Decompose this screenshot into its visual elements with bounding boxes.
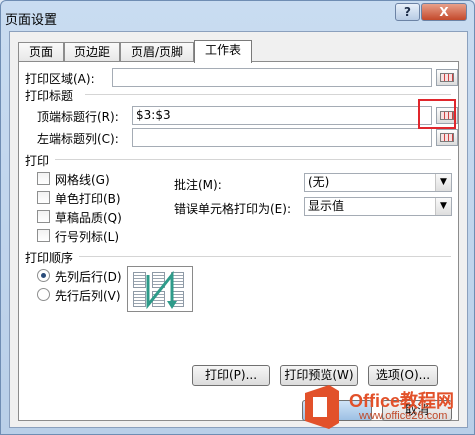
- cols-to-repeat-input[interactable]: [132, 128, 432, 147]
- range-select-icon: [440, 73, 454, 82]
- rows-to-repeat-input[interactable]: $3:$3: [132, 106, 432, 125]
- down-then-over-radio[interactable]: [37, 269, 50, 282]
- order-arrow-icon: [146, 270, 177, 310]
- print-area-label: 打印区域(A):: [25, 72, 95, 86]
- comments-value: (无): [308, 175, 330, 189]
- range-select-icon: [440, 133, 454, 142]
- print-area-input[interactable]: [112, 68, 432, 87]
- comments-select[interactable]: (无) ▼: [304, 173, 452, 192]
- office-logo-icon: [305, 385, 339, 429]
- tab-sheet[interactable]: 工作表: [194, 40, 252, 63]
- chevron-down-icon: ▼: [435, 198, 451, 215]
- cell-errors-label: 错误单元格打印为(E):: [174, 202, 291, 216]
- page-order-preview: [127, 266, 193, 312]
- print-area-collapse-button[interactable]: [436, 69, 458, 86]
- page-order-heading: 打印顺序: [25, 251, 74, 265]
- annotation-highlight-box: [418, 99, 456, 129]
- dialog-body: 页面 页边距 页眉/页脚 工作表 打印区域(A): 打印标题 顶端标题行(R):…: [9, 31, 468, 428]
- print-titles-heading: 打印标题: [25, 89, 74, 103]
- watermark: Office教程网 www.office26.com: [299, 383, 474, 433]
- divider: [85, 94, 451, 95]
- tab-margins[interactable]: 页边距: [64, 42, 120, 62]
- black-white-checkbox[interactable]: [37, 191, 50, 204]
- cell-errors-select[interactable]: 显示值 ▼: [304, 197, 452, 216]
- down-then-over-label: 先列后行(D): [55, 270, 122, 284]
- print-heading: 打印: [25, 154, 50, 168]
- draft-quality-checkbox[interactable]: [37, 210, 50, 223]
- cols-to-repeat-label: 左端标题列(C):: [37, 132, 119, 146]
- over-then-down-label: 先行后列(V): [55, 289, 121, 303]
- comments-label: 批注(M):: [174, 178, 222, 192]
- tab-page[interactable]: 页面: [18, 42, 64, 62]
- row-col-headings-label: 行号列标(L): [55, 230, 120, 244]
- gridlines-label: 网格线(G): [55, 173, 110, 187]
- divider: [79, 256, 451, 257]
- page-setup-dialog: 页面设置 ? X 页面 页边距 页眉/页脚 工作表 打印区域(A): 打印标题 …: [0, 0, 475, 435]
- gridlines-checkbox[interactable]: [37, 172, 50, 185]
- dialog-title: 页面设置: [5, 13, 58, 28]
- tab-header-footer[interactable]: 页眉/页脚: [120, 42, 194, 62]
- divider: [55, 159, 451, 160]
- help-button[interactable]: ?: [395, 3, 420, 21]
- draft-quality-label: 草稿品质(Q): [55, 211, 122, 225]
- title-bar[interactable]: 页面设置 ? X: [1, 1, 474, 31]
- over-then-down-radio[interactable]: [37, 288, 50, 301]
- print-button[interactable]: 打印(P)...: [192, 365, 270, 386]
- chevron-down-icon: ▼: [435, 174, 451, 191]
- row-col-headings-checkbox[interactable]: [37, 229, 50, 242]
- cell-errors-value: 显示值: [308, 199, 345, 213]
- rows-to-repeat-label: 顶端标题行(R):: [37, 110, 119, 124]
- close-button[interactable]: X: [421, 3, 467, 21]
- cols-collapse-button[interactable]: [436, 129, 458, 146]
- watermark-url: www.office26.com: [359, 410, 448, 422]
- black-white-label: 单色打印(B): [55, 192, 121, 206]
